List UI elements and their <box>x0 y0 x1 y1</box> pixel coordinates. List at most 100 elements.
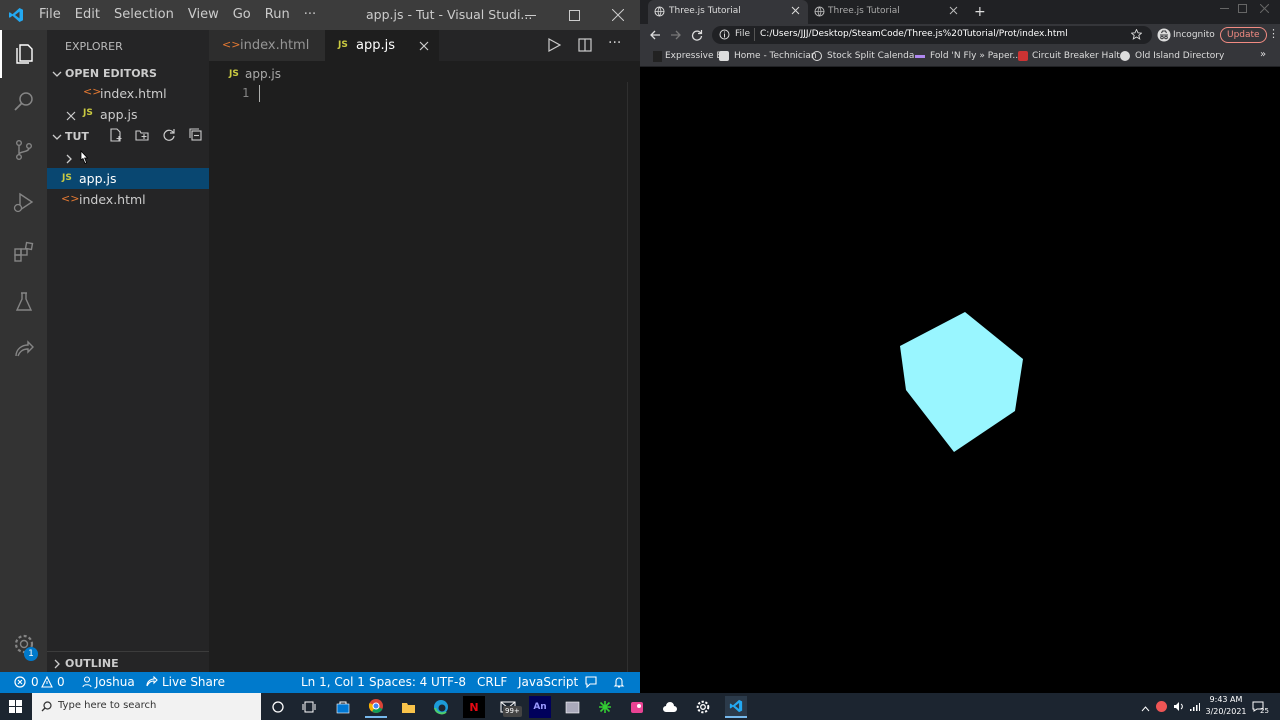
live-share-status[interactable]: Live Share <box>162 672 225 693</box>
outline-section[interactable]: OUTLINE <box>47 651 209 672</box>
run-icon[interactable] <box>547 37 562 55</box>
tab-app-js[interactable]: JS app.js <box>325 30 439 61</box>
bookmark-item[interactable]: Stock Split Calenda... <box>827 46 923 67</box>
indentation[interactable]: Spaces: 4 <box>369 672 427 693</box>
cursor-position[interactable]: Ln 1, Col 1 <box>301 672 365 693</box>
task-view-icon[interactable] <box>298 696 320 718</box>
new-tab-icon[interactable]: + <box>974 4 986 20</box>
file-explorer-icon[interactable] <box>397 696 419 718</box>
green-app-icon[interactable] <box>594 696 616 718</box>
cortana-icon[interactable] <box>267 696 289 718</box>
forward-arrow-icon[interactable] <box>670 29 682 44</box>
bookmark-item[interactable]: Expressive E <box>665 46 722 67</box>
maximize-button[interactable] <box>552 0 596 30</box>
new-file-icon[interactable] <box>109 128 123 145</box>
store-icon[interactable] <box>332 696 354 718</box>
update-button[interactable]: Update <box>1220 27 1267 43</box>
testing-flask-icon[interactable] <box>0 278 47 326</box>
language-mode[interactable]: JavaScript <box>518 672 578 693</box>
edge-icon[interactable] <box>430 696 452 718</box>
chrome-taskbar-icon[interactable] <box>365 696 387 718</box>
tray-app-icon[interactable] <box>1156 701 1167 712</box>
tray-chevron-up-icon[interactable] <box>1141 702 1150 716</box>
netflix-icon[interactable]: N <box>463 696 485 718</box>
end-of-line[interactable]: CRLF <box>477 672 507 693</box>
menu-run[interactable]: Run <box>258 0 297 30</box>
info-icon[interactable] <box>719 29 730 43</box>
clock-date[interactable]: 3/20/2021 <box>1204 707 1248 716</box>
user-name[interactable]: Joshua <box>95 672 135 693</box>
menu-edit[interactable]: Edit <box>68 0 107 30</box>
reload-icon[interactable] <box>691 29 703 44</box>
notifications-bell-icon[interactable] <box>613 672 625 693</box>
app-window-icon[interactable] <box>561 696 583 718</box>
close-icon[interactable] <box>419 40 429 55</box>
menu-view[interactable]: View <box>181 0 226 30</box>
new-folder-icon[interactable] <box>135 128 149 145</box>
close-icon[interactable] <box>66 109 76 124</box>
collapse-all-icon[interactable] <box>189 128 203 145</box>
manage-gear-icon[interactable]: 1 <box>0 620 47 668</box>
vscode-taskbar-icon[interactable] <box>725 696 747 718</box>
photos-icon[interactable] <box>626 696 648 718</box>
taskbar-search-box[interactable]: Type here to search <box>32 693 261 720</box>
tree-file-item[interactable]: JS app.js <box>47 168 209 189</box>
warnings-count[interactable]: 0 <box>57 672 65 693</box>
settings-gear-icon[interactable] <box>692 696 714 718</box>
volume-icon[interactable] <box>1173 701 1184 715</box>
address-bar[interactable]: File C:/Users/JJJ/Desktop/SteamCode/Thre… <box>712 26 1152 44</box>
bookmark-favicon <box>719 51 729 61</box>
open-editor-item[interactable]: JS app.js <box>47 104 209 125</box>
explorer-icon[interactable] <box>0 30 47 78</box>
tree-file-item[interactable]: <> index.html <box>47 189 209 210</box>
menu-selection[interactable]: Selection <box>107 0 181 30</box>
bookmark-item[interactable]: Circuit Breaker Halt... <box>1032 46 1128 67</box>
bookmark-item[interactable]: Old Island Directory <box>1135 46 1224 67</box>
close-tab-icon[interactable] <box>791 6 800 18</box>
browser-tab-active[interactable]: Three.js Tutorial <box>648 0 808 24</box>
cloud-app-icon[interactable] <box>659 696 681 718</box>
chrome-minimize-button[interactable] <box>1220 2 1229 16</box>
tab-label: index.html <box>240 38 310 53</box>
more-actions-icon[interactable]: ··· <box>608 35 621 51</box>
bookmark-item[interactable]: Fold 'N Fly » Paper... <box>930 46 1021 67</box>
browser-tab-label: Three.js Tutorial <box>669 6 741 16</box>
page-viewport[interactable] <box>640 67 1280 693</box>
bookmarks-overflow-icon[interactable]: » <box>1260 49 1266 60</box>
chrome-maximize-button[interactable] <box>1238 2 1247 16</box>
errors-count[interactable]: 0 <box>31 672 39 693</box>
close-tab-icon[interactable] <box>949 6 958 18</box>
encoding[interactable]: UTF-8 <box>431 672 466 693</box>
menu-file[interactable]: File <box>32 0 68 30</box>
live-share-icon[interactable] <box>0 326 47 374</box>
bookmark-star-icon[interactable] <box>1130 28 1143 43</box>
windows-start-icon[interactable] <box>9 700 22 716</box>
chrome-close-button[interactable] <box>1259 2 1270 16</box>
html-file-icon: <> <box>83 85 102 98</box>
chrome-menu-icon[interactable]: ⋮ <box>1268 28 1279 39</box>
vscode-window: File Edit Selection View Go Run ··· app.… <box>0 0 640 693</box>
close-window-button[interactable] <box>596 0 640 30</box>
back-arrow-icon[interactable] <box>649 29 661 44</box>
source-control-icon[interactable] <box>0 126 47 174</box>
menu-go[interactable]: Go <box>226 0 258 30</box>
minimize-button[interactable] <box>508 0 552 30</box>
network-icon[interactable] <box>1189 701 1200 715</box>
refresh-icon[interactable] <box>162 128 176 145</box>
extensions-icon[interactable] <box>0 228 47 276</box>
tab-index-html[interactable]: <> index.html <box>209 30 325 61</box>
animate-app-icon[interactable]: An <box>529 696 551 718</box>
split-editor-icon[interactable] <box>578 38 592 55</box>
search-icon[interactable] <box>0 78 47 126</box>
browser-tab[interactable]: Three.js Tutorial <box>808 0 968 24</box>
open-editor-item[interactable]: <> index.html <box>47 83 209 104</box>
feedback-icon[interactable] <box>585 672 597 693</box>
open-editors-section[interactable]: OPEN EDITORS <box>47 63 209 84</box>
bookmark-item[interactable]: Home - Technician <box>734 46 817 67</box>
clock-time[interactable]: 9:43 AM <box>1204 695 1248 704</box>
menu-more[interactable]: ··· <box>297 0 323 30</box>
run-debug-icon[interactable] <box>0 178 47 226</box>
folder-section[interactable]: TUT <box>47 126 209 147</box>
tree-folder-item[interactable] <box>47 147 209 168</box>
code-editor[interactable] <box>269 82 640 672</box>
